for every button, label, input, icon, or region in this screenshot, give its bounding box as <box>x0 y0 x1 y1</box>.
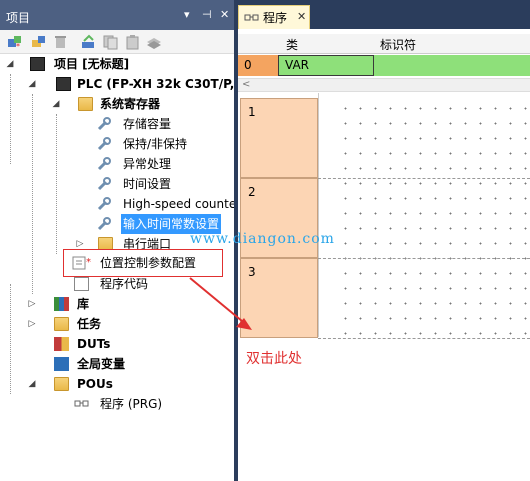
wrench-icon <box>97 177 111 191</box>
delete-icon[interactable] <box>52 34 69 50</box>
pin-icon[interactable]: ⊣ <box>202 8 212 21</box>
tree-item-position-control[interactable]: * 位置控制参数配置 <box>63 249 223 277</box>
tree-item-tasks[interactable]: ▷ 任务 <box>0 314 234 334</box>
wrench-icon <box>97 217 111 231</box>
dropdown-icon[interactable]: ▾ <box>184 8 190 21</box>
tree-item-error-handling[interactable]: 异常处理 <box>0 154 234 174</box>
project-toolbar: * <box>0 30 234 54</box>
tree-item-program-code[interactable]: 程序代码 <box>0 274 234 294</box>
variable-row[interactable]: 0 VAR <box>238 55 530 76</box>
variable-table-header: 类 标识符 <box>238 34 530 54</box>
tree-item-global-vars[interactable]: 全局变量 <box>0 354 234 374</box>
tree-item-library[interactable]: ▷ 库 <box>0 294 234 314</box>
rung-1[interactable]: 1 <box>240 98 318 178</box>
scroll-left-icon[interactable]: < <box>242 79 250 90</box>
folder-icon <box>54 377 69 391</box>
tree-item-program-prg[interactable]: * 程序 (PRG) <box>0 394 234 414</box>
tree-item-high-speed-counter[interactable]: High-speed counte <box>0 194 236 214</box>
add-folder-icon[interactable] <box>30 34 47 50</box>
layers-icon[interactable] <box>146 34 163 50</box>
watermark: www.diangon.com <box>190 231 335 247</box>
folder-icon <box>54 317 69 331</box>
tree-item-system-registers[interactable]: ◢ 系统寄存器 <box>0 94 234 114</box>
rung-3[interactable]: 3 <box>240 258 318 338</box>
folder-icon <box>78 97 93 111</box>
annotation-text: 双击此处 <box>246 351 302 367</box>
tree-item-hold[interactable]: 保持/非保持 <box>0 134 234 154</box>
ladder-grid[interactable]: 1 2 3 <box>238 93 530 481</box>
horizontal-scrollbar[interactable]: < <box>238 78 530 92</box>
project-icon <box>30 57 45 71</box>
column-class[interactable]: 类 <box>286 36 298 53</box>
tree-item-storage[interactable]: 存储容量 <box>0 114 234 134</box>
position-control-icon: * <box>72 256 91 270</box>
row-number: 0 <box>244 58 252 72</box>
wrench-icon <box>97 197 111 211</box>
paste-icon[interactable] <box>124 34 141 50</box>
tree-item-project[interactable]: ◢ 项目 [无标题] <box>0 54 234 74</box>
collapse-icon[interactable]: ◢ <box>26 74 38 94</box>
row-class-value[interactable]: VAR <box>285 58 309 72</box>
program-icon: * <box>74 400 89 407</box>
close-icon[interactable]: ✕ <box>220 8 229 21</box>
grid-dots <box>338 101 530 341</box>
tree-item-duts[interactable]: DUTs <box>0 334 234 354</box>
column-identifier[interactable]: 标识符 <box>380 36 416 53</box>
expand-icon[interactable]: ▷ <box>26 314 38 334</box>
code-icon <box>74 277 89 291</box>
tab-close-icon[interactable]: ✕ <box>297 10 306 23</box>
collapse-icon[interactable]: ◢ <box>4 54 16 74</box>
project-panel-title: 项目 <box>6 11 31 25</box>
add-object-icon[interactable]: * <box>6 34 23 51</box>
library-icon <box>54 297 69 311</box>
wrench-icon <box>97 137 111 151</box>
tab-program[interactable]: 程序 ✕ <box>238 5 310 29</box>
program-icon <box>244 14 259 21</box>
tree-item-time-settings[interactable]: 时间设置 <box>0 174 234 194</box>
collapse-icon[interactable]: ◢ <box>50 94 62 114</box>
plc-icon <box>56 77 71 91</box>
expand-icon[interactable]: ▷ <box>26 294 38 314</box>
program-editor: 类 标识符 0 VAR < 1 2 3 <box>238 29 530 481</box>
properties-icon[interactable] <box>80 34 97 50</box>
copy-icon[interactable] <box>102 34 119 50</box>
wrench-icon <box>97 117 111 131</box>
global-vars-icon <box>54 357 69 371</box>
svg-text:*: * <box>86 257 91 268</box>
wrench-icon <box>97 157 111 171</box>
project-panel-titlebar: 项目 ▾ ⊣ ✕ <box>0 0 234 30</box>
tree-item-pous[interactable]: ◢ POUs <box>0 374 234 394</box>
svg-text:*: * <box>16 42 20 50</box>
collapse-icon[interactable]: ◢ <box>26 374 38 394</box>
duts-icon <box>54 337 69 351</box>
tree-item-plc[interactable]: ◢ PLC (FP-XH 32k C30T/P,C <box>0 74 243 94</box>
